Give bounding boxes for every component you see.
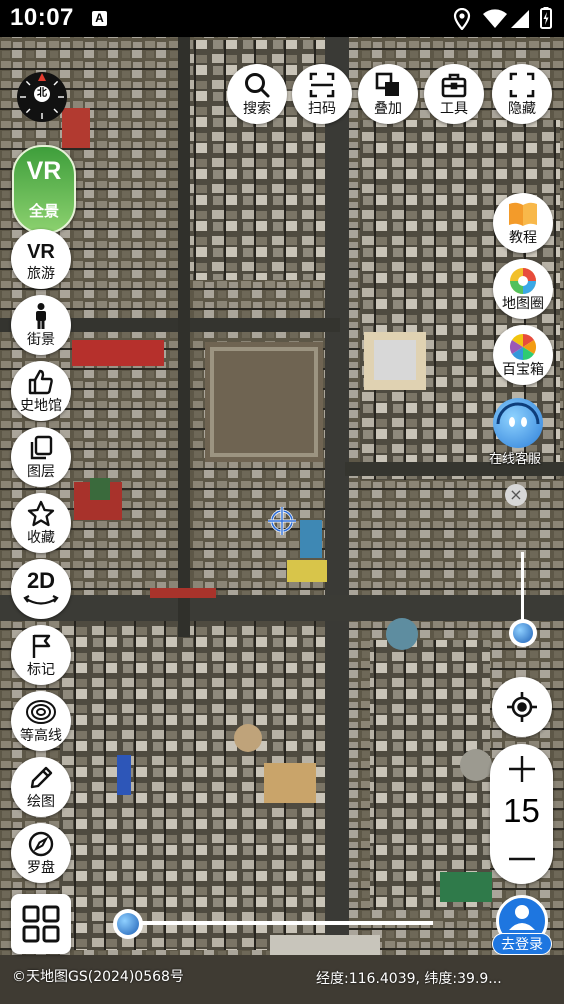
search-icon [227,71,287,101]
rotate-icon [11,593,71,611]
locate-icon [506,691,538,727]
login-button[interactable]: 去登录 [492,895,552,957]
favorites-button-label: 收藏 [27,530,55,546]
map-center-crosshair-icon [266,505,298,537]
overlay-button[interactable]: 叠加 [358,64,418,124]
toolbox-button[interactable]: 百宝箱 [493,325,553,385]
thumbs-up-icon [11,368,71,398]
search-button-label: 搜索 [243,101,271,117]
contour-button-label: 等高线 [20,728,62,744]
map-compass[interactable]: 北 [17,72,67,122]
zoom-out-button[interactable] [490,840,553,880]
close-service-button[interactable]: × [505,484,527,506]
map-circle-button[interactable]: 地图圈 [493,259,553,319]
globe-icon [513,623,533,643]
pencil-icon [11,764,71,794]
time-slider-handle[interactable] [113,909,143,939]
scan-button-label: 扫码 [308,101,336,117]
grid-icon [22,905,60,947]
vr-panorama-label: 全景 [28,202,59,220]
toolbox-icon [424,71,484,101]
2d-label: 2D [26,568,56,593]
book-icon [493,200,553,230]
hide-button[interactable]: 隐藏 [492,64,552,124]
online-service-label: 在线客服 [488,452,541,467]
tilt-slider-handle[interactable] [509,619,537,647]
hide-button-label: 隐藏 [508,101,536,117]
tutorial-button[interactable]: 教程 [493,193,553,253]
mark-button-label: 标记 [27,662,55,678]
vr-icon: VR [11,236,71,266]
battery-icon [540,7,552,33]
overlay-icon [358,71,418,101]
layers-icon [11,434,71,464]
location-icon [453,7,471,34]
compass-tool-button[interactable]: 罗盘 [11,823,71,883]
grid-menu-button[interactable] [11,894,71,954]
globe-icon [117,913,139,935]
map-circle-button-label: 地图圈 [502,296,544,312]
zoom-control: 15 [490,744,553,884]
favorites-button[interactable]: 收藏 [11,493,71,553]
contour-icon [11,698,71,728]
draw-button[interactable]: 绘图 [11,757,71,817]
draw-button-label: 绘图 [27,794,55,810]
star-icon [11,500,71,530]
app-notification-icon: A [92,11,107,26]
map-copyright: ©天地图GS(2024)0568号 [12,969,184,985]
zoom-level: 15 [503,792,540,829]
pinwheel-icon [493,332,553,362]
overlay-button-label: 叠加 [374,101,402,117]
vr-panorama-button[interactable]: VR 全景 [12,145,76,234]
status-bar: 10:07 A [0,0,564,37]
street-view-button-label: 街景 [27,332,55,348]
mark-button[interactable]: 标记 [11,625,71,685]
toolbox-button-label: 百宝箱 [502,362,544,378]
search-button[interactable]: 搜索 [227,64,287,124]
contour-button[interactable]: 等高线 [11,691,71,751]
satellite-map[interactable] [0,0,564,1004]
svg-text:VR: VR [27,241,55,263]
tutorial-button-label: 教程 [509,230,537,246]
tools-button-label: 工具 [440,101,468,117]
service-avatar-icon [493,398,543,448]
compass-tool-button-label: 罗盘 [27,860,55,876]
time-slider-track[interactable] [128,921,433,925]
history-museum-button-label: 史地馆 [20,398,62,414]
aperture-icon [493,266,553,296]
compass-icon [11,830,71,860]
person-icon [11,302,71,332]
zoom-in-button[interactable] [490,748,553,788]
signal-icon [510,9,530,33]
travel-button[interactable]: VR 旅游 [11,229,71,289]
status-time: 10:07 [10,4,74,31]
scan-button[interactable]: 扫码 [292,64,352,124]
compass-north-label: 北 [34,86,50,102]
minus-icon [508,857,535,861]
login-label: 去登录 [492,933,552,955]
scan-icon [292,71,352,101]
locate-button[interactable] [492,677,552,737]
coordinates-readout: 经度:116.4039, 纬度:39.9... [316,971,502,987]
street-view-button[interactable]: 街景 [11,295,71,355]
plus-icon [508,756,535,782]
wifi-icon [482,9,508,33]
travel-button-label: 旅游 [27,266,55,282]
tools-button[interactable]: 工具 [424,64,484,124]
mode-2d-button[interactable]: 2D [11,559,71,619]
layers-button-label: 图层 [27,464,55,480]
layers-button[interactable]: 图层 [11,427,71,487]
flag-icon [11,632,71,662]
online-service-button[interactable]: 在线客服 [489,398,547,468]
vr-title: VR [26,157,62,185]
hide-icon [492,71,552,101]
history-museum-button[interactable]: 史地馆 [11,361,71,421]
